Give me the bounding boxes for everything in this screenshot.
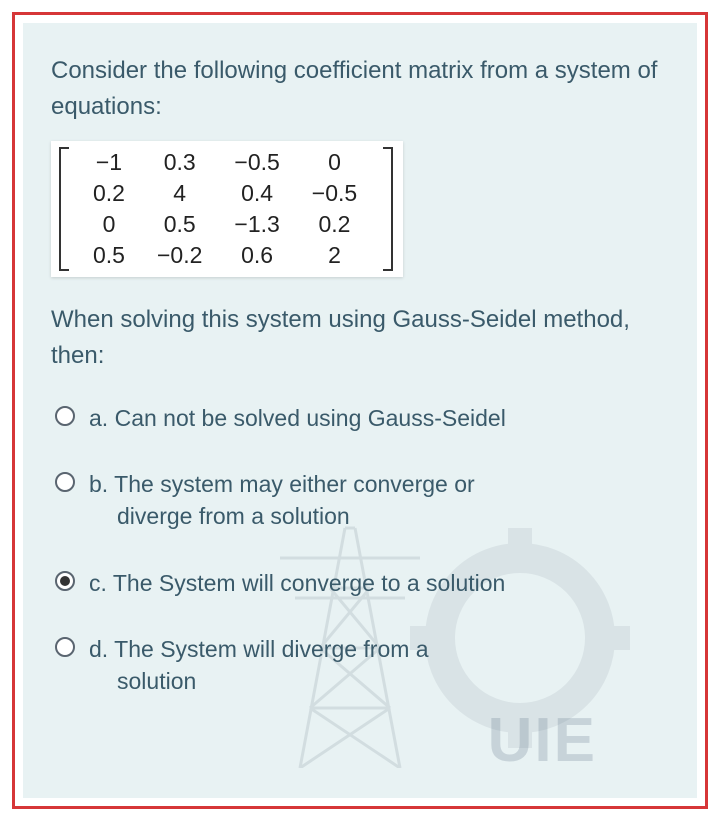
option-b[interactable]: b. The system may either converge or div… (55, 468, 669, 532)
option-label: The system may either converge or (114, 471, 474, 497)
matrix-cell: 4 (141, 178, 218, 209)
option-c[interactable]: c. The System will converge to a solutio… (55, 567, 669, 599)
matrix-cell: 0.4 (218, 178, 295, 209)
option-letter: a. (89, 405, 108, 431)
matrix-cell: −1 (77, 147, 141, 178)
watermark-text: UIE (488, 705, 597, 776)
matrix-table: −1 0.3 −0.5 0 0.2 4 0.4 −0.5 0 0.5 − (77, 147, 373, 271)
option-label: The System will converge to a solution (113, 570, 505, 596)
coefficient-matrix: −1 0.3 −0.5 0 0.2 4 0.4 −0.5 0 0.5 − (51, 141, 403, 277)
question-intro: Consider the following coefficient matri… (51, 53, 669, 125)
matrix-bracket-right (383, 147, 393, 271)
option-letter: d. (89, 636, 108, 662)
radio-b[interactable] (55, 472, 75, 492)
matrix-row: 0.5 −0.2 0.6 2 (77, 240, 373, 271)
quiz-frame: UIE Consider the following coefficient m… (12, 12, 708, 809)
matrix-cell: −0.5 (218, 147, 295, 178)
matrix-cell: 0.5 (141, 209, 218, 240)
option-a[interactable]: a. Can not be solved using Gauss-Seidel (55, 402, 669, 434)
option-letter: c. (89, 570, 107, 596)
matrix-cell: 2 (296, 240, 373, 271)
matrix-cell: −1.3 (218, 209, 295, 240)
option-d[interactable]: d. The System will diverge from a soluti… (55, 633, 669, 697)
matrix-cell: 0 (296, 147, 373, 178)
matrix-cell: 0.2 (77, 178, 141, 209)
matrix-cell: 0 (77, 209, 141, 240)
quiz-content: UIE Consider the following coefficient m… (23, 23, 697, 798)
matrix-row: 0 0.5 −1.3 0.2 (77, 209, 373, 240)
option-label: The System will diverge from a (114, 636, 428, 662)
option-letter: b. (89, 471, 108, 497)
radio-a[interactable] (55, 406, 75, 426)
radio-d[interactable] (55, 637, 75, 657)
radio-c[interactable] (55, 571, 75, 591)
option-a-text: a. Can not be solved using Gauss-Seidel (89, 402, 506, 434)
matrix-cell: 0.5 (77, 240, 141, 271)
matrix-row: −1 0.3 −0.5 0 (77, 147, 373, 178)
option-c-text: c. The System will converge to a solutio… (89, 567, 505, 599)
matrix-cell: 0.3 (141, 147, 218, 178)
matrix-cell: −0.2 (141, 240, 218, 271)
matrix-cell: −0.5 (296, 178, 373, 209)
option-label: Can not be solved using Gauss-Seidel (115, 405, 506, 431)
question-after: When solving this system using Gauss-Sei… (51, 302, 669, 374)
option-d-text: d. The System will diverge from a soluti… (89, 633, 429, 697)
matrix-row: 0.2 4 0.4 −0.5 (77, 178, 373, 209)
options-group: a. Can not be solved using Gauss-Seidel … (51, 402, 669, 697)
matrix-bracket-left (59, 147, 69, 271)
option-label-line2: diverge from a solution (117, 500, 475, 532)
option-b-text: b. The system may either converge or div… (89, 468, 475, 532)
option-label-line2: solution (117, 665, 429, 697)
matrix-cell: 0.2 (296, 209, 373, 240)
matrix-cell: 0.6 (218, 240, 295, 271)
